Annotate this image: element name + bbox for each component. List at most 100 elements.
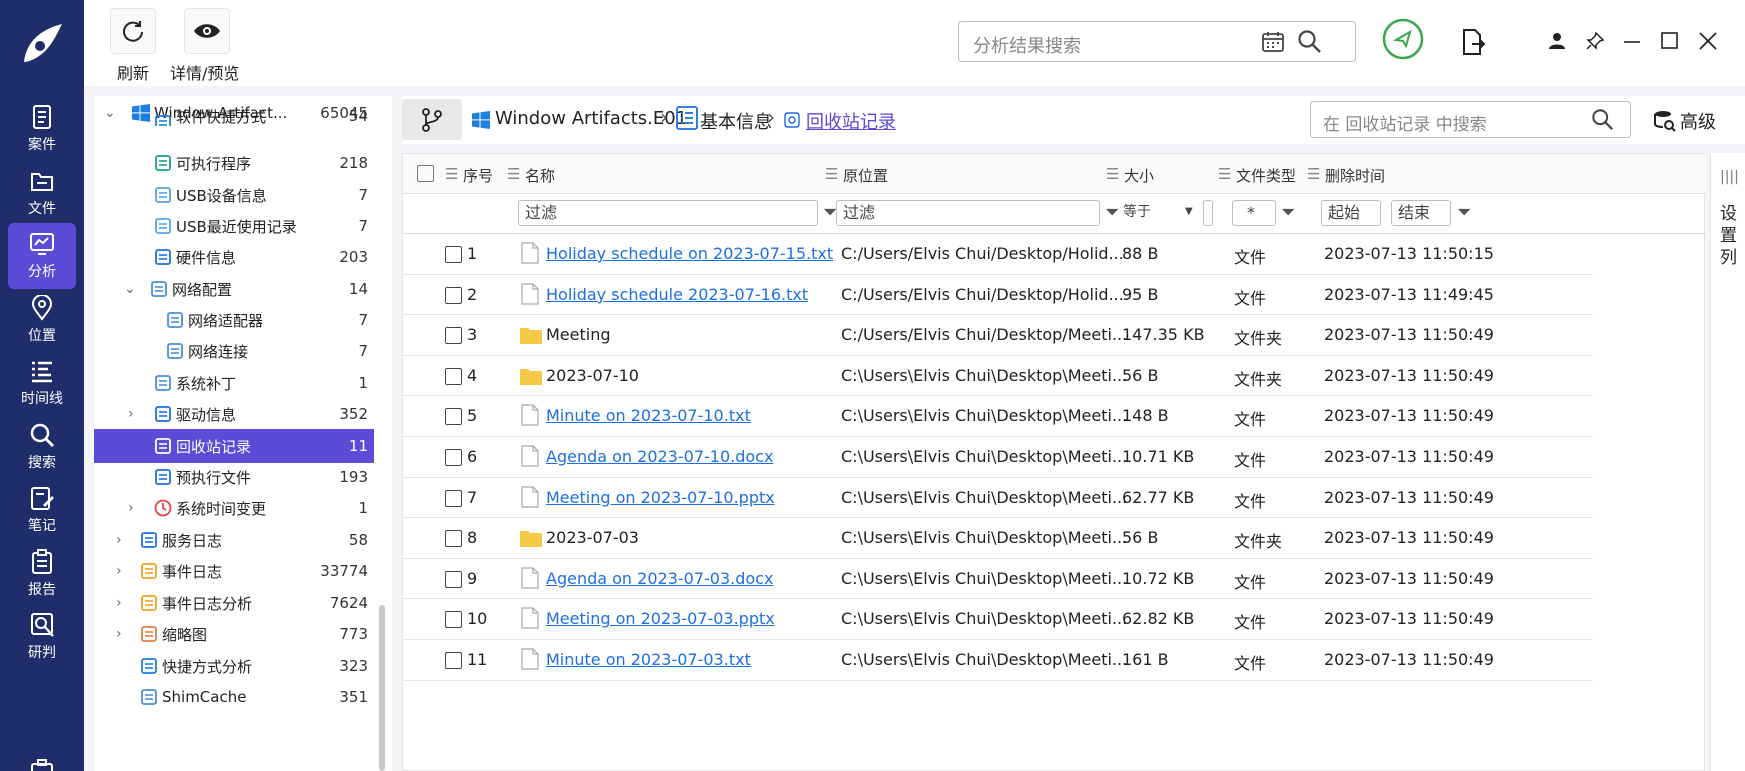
tree-item[interactable]: 网络连接 7 xyxy=(94,334,374,368)
row-checkbox[interactable] xyxy=(445,286,462,304)
column-header-no[interactable]: 序号 xyxy=(463,165,493,186)
row-checkbox[interactable] xyxy=(445,611,462,629)
analysis-search-input[interactable]: 分析结果搜索 xyxy=(958,21,1356,62)
maximize-icon[interactable] xyxy=(1661,32,1678,49)
row-checkbox[interactable] xyxy=(445,489,462,507)
calendar-icon[interactable] xyxy=(1261,30,1285,54)
location-filter-input[interactable]: 过滤 xyxy=(836,200,1100,226)
tree-item[interactable]: › 缩略图 773 xyxy=(94,617,374,651)
column-settings-panel[interactable]: |||| 设置列 xyxy=(1710,153,1745,771)
advanced-button[interactable]: 高级 xyxy=(1680,108,1716,134)
tree-item[interactable]: USB设备信息 7 xyxy=(94,178,374,212)
column-menu-icon[interactable]: ☰ xyxy=(825,165,838,183)
user-icon[interactable] xyxy=(1548,32,1566,50)
file-name[interactable]: Minute on 2023-07-03.txt xyxy=(546,650,751,669)
tree-item[interactable]: › 事件日志分析 7624 xyxy=(94,586,374,620)
rail-item-folder[interactable]: 文件 xyxy=(8,160,76,226)
table-row[interactable]: 10 Meeting on 2023-07-03.pptx C:\Users\Elv… xyxy=(403,599,1593,640)
end-time-input[interactable]: 结束 xyxy=(1391,200,1451,226)
table-row[interactable]: 4 2023-07-10 C:\Users\Elvis Chui\Desktop\M… xyxy=(403,356,1593,397)
tree-item[interactable]: 预执行文件 193 xyxy=(94,460,374,494)
column-menu-icon[interactable]: ☰ xyxy=(1106,165,1119,183)
rail-item-search[interactable]: 搜索 xyxy=(8,414,76,480)
search-icon[interactable] xyxy=(1591,108,1615,132)
file-name[interactable]: Meeting on 2023-07-03.pptx xyxy=(546,609,775,628)
branch-button[interactable] xyxy=(402,99,462,140)
start-time-input[interactable]: 起始 xyxy=(1321,200,1381,226)
rail-item-note[interactable]: 笔记 xyxy=(8,477,76,543)
column-menu-icon[interactable]: ☰ xyxy=(1218,165,1231,183)
row-checkbox[interactable] xyxy=(445,246,462,263)
table-row[interactable]: 11 Minute on 2023-07-03.txt C:\Users\Elvis… xyxy=(403,640,1593,681)
breadcrumb-item-basic-info[interactable]: 基本信息 xyxy=(700,108,772,134)
table-row[interactable]: 8 2023-07-03 C:\Users\Elvis Chui\Desktop\M… xyxy=(403,518,1593,559)
filter-icon[interactable]: ⏷ xyxy=(1457,202,1471,223)
chevron-right-icon[interactable]: › xyxy=(116,595,122,611)
file-name[interactable]: Holiday schedule 2023-07-16.txt xyxy=(546,285,808,304)
select-all-checkbox[interactable] xyxy=(417,165,434,182)
rail-item-report[interactable]: 报告 xyxy=(8,541,76,607)
breadcrumb-item-recycle-bin[interactable]: 回收站记录 xyxy=(806,108,896,134)
chevron-right-icon[interactable]: › xyxy=(128,500,134,516)
filter-icon[interactable]: ⏷ xyxy=(1281,202,1295,223)
column-header-location[interactable]: 原位置 xyxy=(843,165,888,186)
tree-item[interactable]: ShimCache 351 xyxy=(94,680,374,714)
tree-item[interactable]: 软件快捷方式 54 xyxy=(94,106,374,126)
tree-item[interactable]: › 驱动信息 352 xyxy=(94,397,374,431)
chevron-down-icon[interactable]: ⌄ xyxy=(124,281,136,297)
row-checkbox[interactable] xyxy=(445,327,462,345)
column-header-type[interactable]: 文件类型 xyxy=(1236,165,1296,186)
tree-item[interactable]: 系统补丁 1 xyxy=(94,366,374,400)
row-checkbox[interactable] xyxy=(445,367,462,385)
file-name[interactable]: Agenda on 2023-07-10.docx xyxy=(546,447,773,466)
minimize-icon[interactable] xyxy=(1624,40,1640,44)
rail-item-case[interactable]: 案件 xyxy=(8,96,76,162)
export-icon[interactable] xyxy=(1460,28,1486,56)
rail-item-analysis[interactable]: 分析 xyxy=(8,223,76,289)
file-name[interactable]: Meeting on 2023-07-10.pptx xyxy=(546,488,775,507)
table-row[interactable]: 9 Agenda on 2023-07-03.docx C:\Users\Elvis… xyxy=(403,559,1593,600)
tree-item[interactable]: 回收站记录 11 xyxy=(94,429,374,463)
chevron-right-icon[interactable]: › xyxy=(116,563,122,579)
rail-item-location[interactable]: 位置 xyxy=(8,287,76,353)
file-name[interactable]: Agenda on 2023-07-03.docx xyxy=(546,569,773,588)
table-row[interactable]: 3 Meeting C:/Users/Elvis Chui/Desktop/Meet… xyxy=(403,315,1593,356)
type-filter-input[interactable]: * xyxy=(1232,200,1276,226)
row-checkbox[interactable] xyxy=(445,652,462,669)
column-menu-icon[interactable]: ☰ xyxy=(445,165,458,183)
size-operator-select[interactable]: 等于 ▼ xyxy=(1117,200,1203,226)
pin-location-icon[interactable] xyxy=(1382,18,1424,60)
preview-button[interactable]: 详情/预览 xyxy=(170,8,239,84)
close-icon[interactable] xyxy=(1699,32,1717,50)
chevron-right-icon[interactable]: › xyxy=(128,406,134,422)
breadcrumb-item-evidence[interactable]: Window Artifacts.E01 xyxy=(495,108,687,129)
tree-item[interactable]: › 事件日志 33774 xyxy=(94,554,374,588)
tree-item[interactable]: 网络适配器 7 xyxy=(94,303,374,337)
table-row[interactable]: 2 Holiday schedule 2023-07-16.txt C:/Users… xyxy=(403,275,1593,316)
rail-item-more[interactable] xyxy=(8,738,76,771)
rail-item-timeline[interactable]: 时间线 xyxy=(8,350,76,416)
file-name[interactable]: Holiday schedule on 2023-07-15.txt xyxy=(546,244,833,263)
row-checkbox[interactable] xyxy=(445,408,462,426)
table-row[interactable]: 7 Meeting on 2023-07-10.pptx C:\Users\Elvi… xyxy=(403,478,1593,519)
tree-item[interactable]: ⌄ 网络配置 14 xyxy=(94,272,374,306)
table-row[interactable]: 5 Minute on 2023-07-10.txt C:\Users\Elvis … xyxy=(403,396,1593,437)
table-row[interactable]: 1 Holiday schedule on 2023-07-15.txt C:/Us… xyxy=(403,234,1593,275)
row-checkbox[interactable] xyxy=(445,530,462,548)
name-filter-input[interactable]: 过滤 xyxy=(518,200,818,226)
chevron-right-icon[interactable]: › xyxy=(116,626,122,642)
table-row[interactable]: 6 Agenda on 2023-07-10.docx C:\Users\Elvis… xyxy=(403,437,1593,478)
tree-item[interactable]: USB最近使用记录 7 xyxy=(94,209,374,243)
column-menu-icon[interactable]: ☰ xyxy=(507,165,520,183)
refresh-button[interactable]: 刷新 xyxy=(110,8,156,84)
column-header-name[interactable]: 名称 xyxy=(525,165,555,186)
tree-item[interactable]: 硬件信息 203 xyxy=(94,240,374,274)
tree-item[interactable]: › 服务日志 58 xyxy=(94,523,374,557)
tree-item[interactable]: 快捷方式分析 323 xyxy=(94,649,374,683)
tree-item[interactable]: › 系统时间变更 1 xyxy=(94,491,374,525)
row-checkbox[interactable] xyxy=(445,570,462,588)
file-name[interactable]: Minute on 2023-07-10.txt xyxy=(546,406,751,425)
chevron-right-icon[interactable]: › xyxy=(116,532,122,548)
size-filter-input[interactable] xyxy=(1203,200,1213,226)
row-checkbox[interactable] xyxy=(445,449,462,466)
